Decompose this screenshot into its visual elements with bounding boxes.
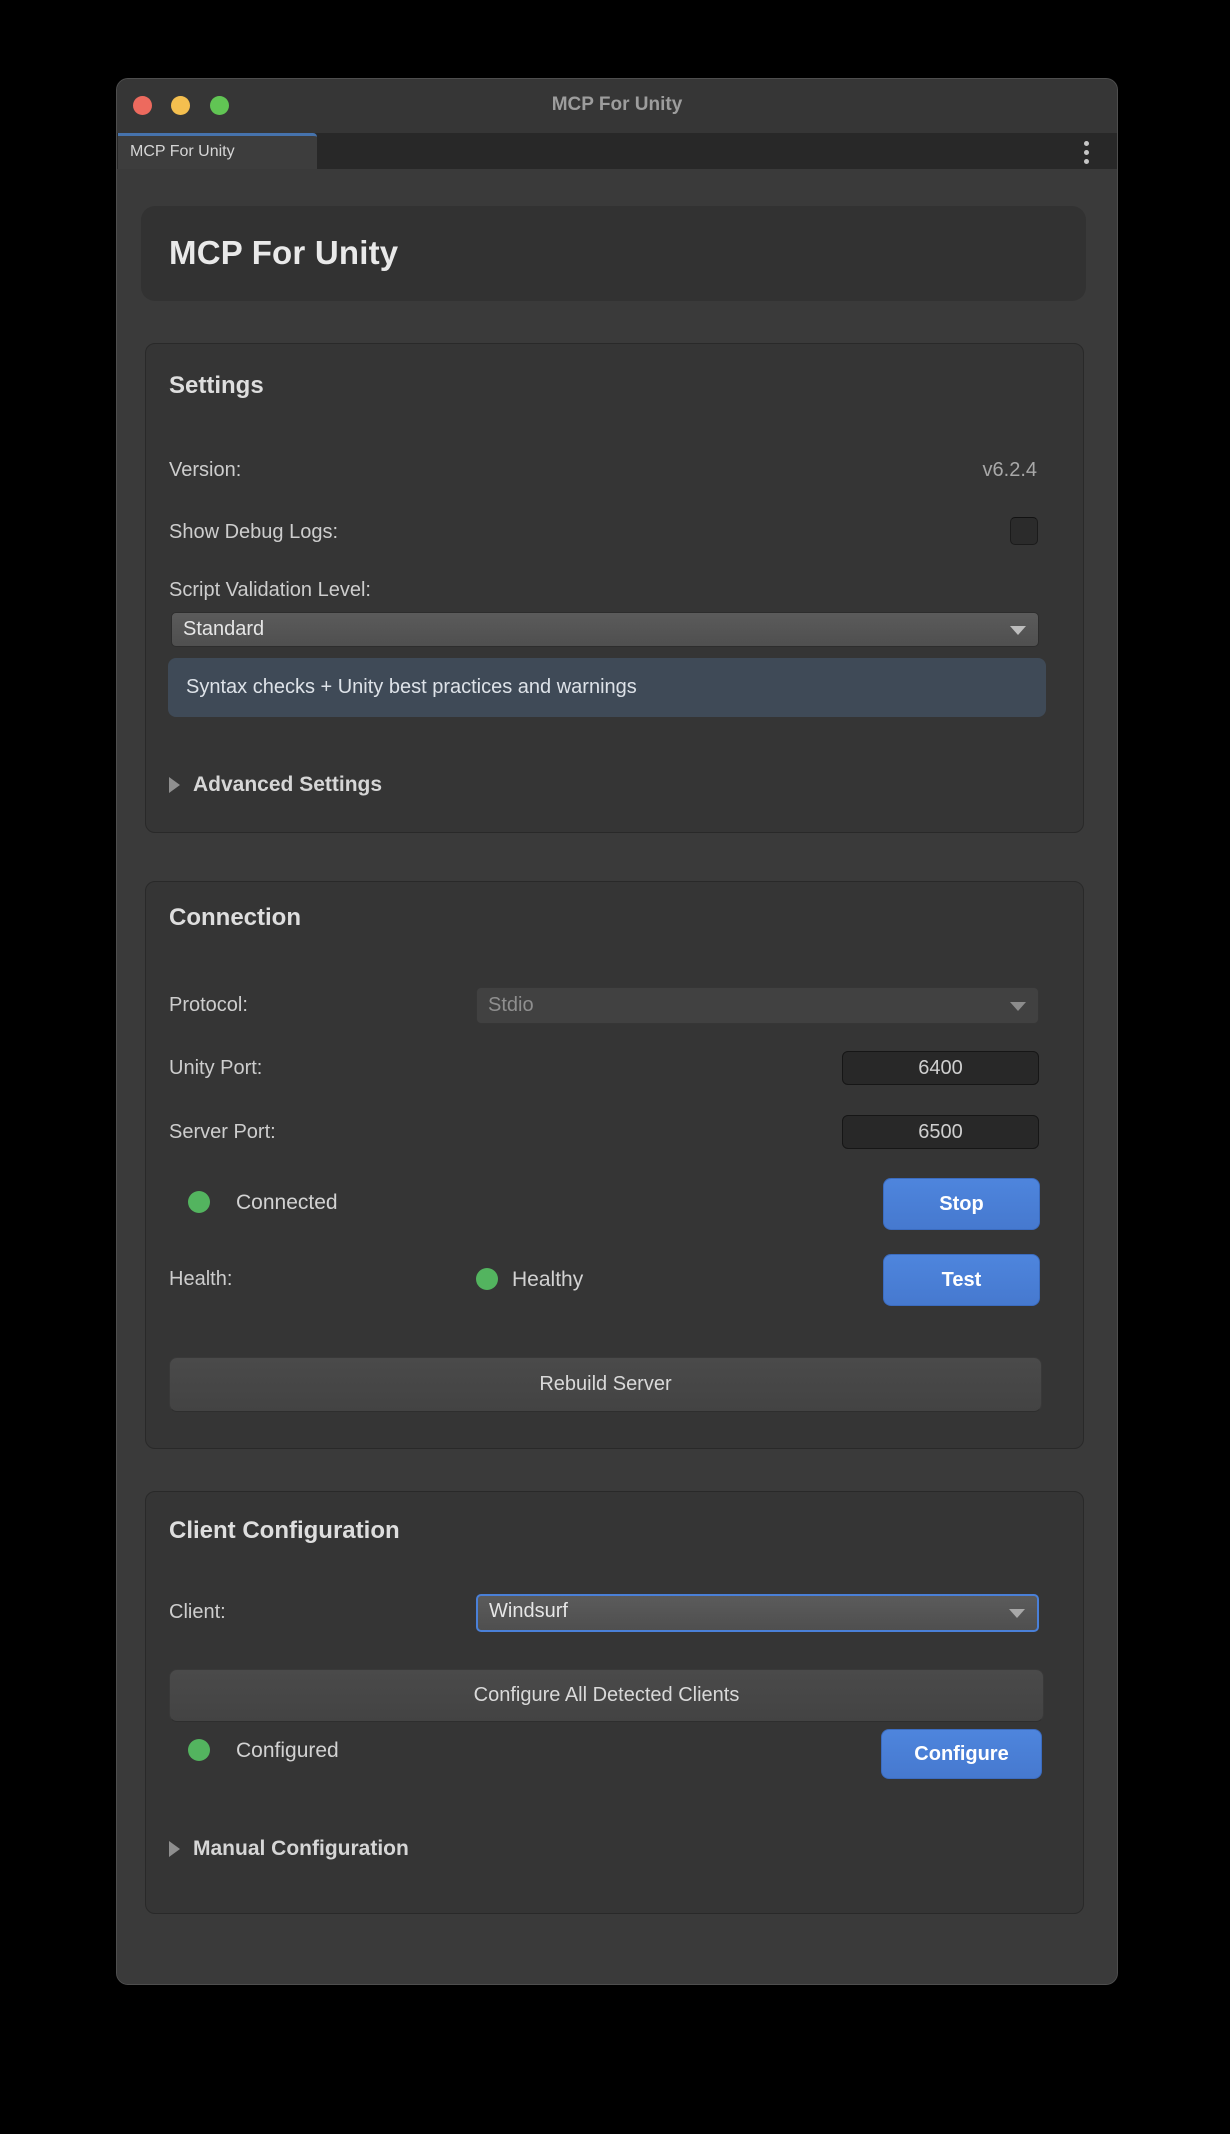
rebuild-server-button[interactable]: Rebuild Server: [169, 1357, 1042, 1412]
page-header: MCP For Unity: [141, 206, 1086, 301]
protocol-label: Protocol:: [169, 993, 248, 1017]
connection-section: Connection Protocol: Stdio Unity Port: S…: [145, 881, 1084, 1449]
connection-status-text: Connected: [236, 1191, 338, 1215]
protocol-selected: Stdio: [488, 994, 534, 1016]
script-validation-level-label: Script Validation Level:: [169, 578, 371, 602]
validation-help-text: Syntax checks + Unity best practices and…: [186, 676, 637, 699]
manual-configuration-label: Manual Configuration: [193, 1837, 409, 1861]
test-button[interactable]: Test: [883, 1254, 1040, 1306]
chevron-down-icon: [1009, 1609, 1025, 1618]
stop-button[interactable]: Stop: [883, 1178, 1040, 1230]
configure-button-label: Configure: [914, 1743, 1008, 1766]
show-debug-logs-label: Show Debug Logs:: [169, 520, 338, 544]
settings-section: Settings Version: v6.2.4 Show Debug Logs…: [145, 343, 1084, 833]
client-configuration-title: Client Configuration: [169, 1517, 400, 1545]
configured-status-dot-icon: [188, 1739, 210, 1761]
configure-all-label: Configure All Detected Clients: [474, 1684, 740, 1707]
tab-mcp-for-unity[interactable]: MCP For Unity: [118, 133, 317, 169]
client-selected: Windsurf: [489, 1600, 568, 1622]
advanced-settings-foldout[interactable]: Advanced Settings: [169, 773, 382, 797]
mcp-for-unity-window: MCP For Unity MCP For Unity MCP For Unit…: [116, 78, 1118, 1985]
window-titlebar: MCP For Unity: [117, 79, 1117, 133]
foldout-arrow-icon: [169, 777, 180, 793]
client-dropdown[interactable]: Windsurf: [476, 1594, 1039, 1632]
server-port-label: Server Port:: [169, 1120, 276, 1144]
protocol-dropdown: Stdio: [476, 987, 1039, 1024]
page-title: MCP For Unity: [169, 234, 398, 272]
unity-port-label: Unity Port:: [169, 1056, 262, 1080]
rebuild-server-label: Rebuild Server: [539, 1373, 671, 1396]
test-button-label: Test: [942, 1269, 982, 1292]
client-configuration-section: Client Configuration Client: Windsurf Co…: [145, 1491, 1084, 1914]
connection-status-dot-icon: [188, 1191, 210, 1213]
chevron-down-icon: [1010, 1002, 1026, 1011]
client-label: Client:: [169, 1600, 226, 1624]
server-port-input[interactable]: [842, 1115, 1039, 1149]
window-title: MCP For Unity: [117, 94, 1117, 116]
configured-status-text: Configured: [236, 1739, 339, 1763]
stop-button-label: Stop: [939, 1193, 983, 1216]
version-value: v6.2.4: [983, 458, 1037, 482]
unity-port-input[interactable]: [842, 1051, 1039, 1085]
foldout-arrow-icon: [169, 1841, 180, 1857]
health-label: Health:: [169, 1267, 232, 1291]
advanced-settings-label: Advanced Settings: [193, 773, 382, 797]
script-validation-selected: Standard: [183, 618, 264, 640]
version-label: Version:: [169, 458, 241, 482]
settings-title: Settings: [169, 372, 264, 400]
health-status-dot-icon: [476, 1268, 498, 1290]
chevron-down-icon: [1010, 626, 1026, 635]
script-validation-dropdown[interactable]: Standard: [171, 612, 1039, 647]
manual-configuration-foldout[interactable]: Manual Configuration: [169, 1837, 409, 1861]
kebab-menu-icon[interactable]: [1075, 140, 1097, 164]
connection-title: Connection: [169, 904, 301, 932]
editor-tab-strip: MCP For Unity: [117, 133, 1117, 169]
configure-button[interactable]: Configure: [881, 1729, 1042, 1779]
validation-help-box: Syntax checks + Unity best practices and…: [168, 658, 1046, 717]
configure-all-detected-clients-button[interactable]: Configure All Detected Clients: [169, 1669, 1044, 1722]
show-debug-logs-checkbox[interactable]: [1010, 517, 1038, 545]
health-status-text: Healthy: [512, 1268, 583, 1292]
